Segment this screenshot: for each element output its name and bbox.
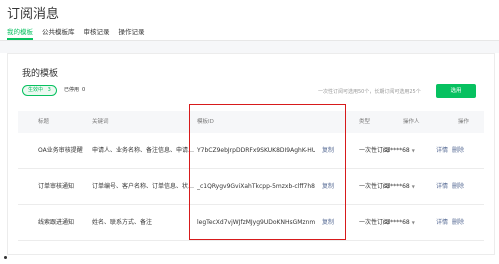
tab-bar: 我的模板 公共模板库 审核记录 操作记录 bbox=[7, 28, 145, 40]
row-title: OA业务审核提醒 bbox=[38, 147, 83, 154]
chevron-down-icon[interactable]: ▼ bbox=[412, 220, 415, 225]
row-template-id: legTecXd7vjWJfzMJyg9UDoKNHsGMznmq… bbox=[197, 219, 315, 226]
filter-stopped[interactable]: 已停用 0 bbox=[64, 85, 85, 96]
row-title: 订单审核通知 bbox=[38, 183, 75, 190]
row-operator: cd****68 ▼ bbox=[383, 133, 433, 169]
page-title: 订阅消息 bbox=[7, 7, 60, 22]
chevron-down-icon[interactable]: ▼ bbox=[412, 184, 415, 189]
copy-link[interactable]: 复制 bbox=[322, 133, 338, 169]
delete-link[interactable]: 删除 bbox=[452, 205, 466, 241]
row-keywords: 申请人、业务名称、备注信息、申请… bbox=[92, 147, 195, 154]
header-type: 类型 bbox=[359, 119, 371, 125]
chevron-down-icon[interactable]: ▼ bbox=[412, 148, 415, 153]
header-action: 操作 bbox=[458, 119, 470, 125]
row-template-id: Y7bCZ9ebJrpDDRFx9SKUK8DI9AghK-HULE… bbox=[197, 147, 315, 154]
detail-link[interactable]: 详情 bbox=[436, 205, 448, 241]
row-title: 线索跟进通知 bbox=[38, 219, 75, 226]
bullet-dot bbox=[4, 256, 7, 259]
filter-stopped-label: 已停用 bbox=[64, 87, 80, 93]
row-operator: cd****68 ▼ bbox=[383, 169, 433, 205]
select-template-button[interactable]: 选用 bbox=[436, 84, 476, 98]
tab-public-library[interactable]: 公共模板库 bbox=[42, 28, 75, 40]
header-operator: 操作人 bbox=[403, 119, 420, 125]
table-header: 标题 关键词 模板ID 类型 操作人 操作 bbox=[18, 111, 484, 133]
row-operator: cd****68 ▼ bbox=[383, 205, 433, 241]
delete-link[interactable]: 删除 bbox=[452, 133, 466, 169]
row-keywords: 订单编号、客户名称、订单信息、状… bbox=[92, 183, 195, 190]
filter-active[interactable]: 生效中 3 bbox=[22, 85, 57, 96]
tab-operation-records[interactable]: 操作记录 bbox=[119, 28, 145, 40]
row-operator-name: cd****68 bbox=[383, 147, 410, 154]
copy-link[interactable]: 复制 bbox=[322, 205, 338, 241]
content-background-band bbox=[0, 41, 499, 53]
detail-link[interactable]: 详情 bbox=[436, 169, 448, 205]
table-row: 订单审核通知 订单编号、客户名称、订单信息、状… _c1QRygv9GviXah… bbox=[18, 169, 484, 205]
filter-active-count: 3 bbox=[47, 87, 51, 93]
tab-my-templates[interactable]: 我的模板 bbox=[7, 28, 33, 40]
table-row: OA业务审核提醒 申请人、业务名称、备注信息、申请… Y7bCZ9ebJrpDD… bbox=[18, 133, 484, 169]
card-title: 我的模板 bbox=[22, 69, 59, 79]
header-template-id: 模板ID bbox=[197, 119, 214, 125]
quota-hint: 一次性订阅可选用50个，长期订阅可选用25个 bbox=[318, 89, 421, 95]
delete-link[interactable]: 删除 bbox=[452, 169, 466, 205]
copy-link[interactable]: 复制 bbox=[322, 169, 338, 205]
filter-active-label: 生效中 bbox=[28, 87, 44, 93]
row-operator-name: cd****68 bbox=[383, 183, 410, 190]
detail-link[interactable]: 详情 bbox=[436, 133, 448, 169]
templates-card: 我的模板 生效中 3 已停用 0 一次性订阅可选用50个，长期订阅可选用25个 选… bbox=[7, 53, 495, 255]
row-operator-name: cd****68 bbox=[383, 219, 410, 226]
header-keywords: 关键词 bbox=[92, 119, 109, 125]
row-template-id: _c1QRygv9GviXahTkcpp-5mzxb-clff7h8pY8… bbox=[197, 183, 315, 190]
header-title: 标题 bbox=[38, 119, 50, 125]
tab-review-records[interactable]: 审核记录 bbox=[84, 28, 110, 40]
filter-stopped-count: 0 bbox=[82, 87, 86, 93]
table-row: 线索跟进通知 姓名、联系方式、备注 legTecXd7vjWJfzMJyg9UD… bbox=[18, 205, 484, 241]
row-keywords: 姓名、联系方式、备注 bbox=[92, 219, 153, 226]
